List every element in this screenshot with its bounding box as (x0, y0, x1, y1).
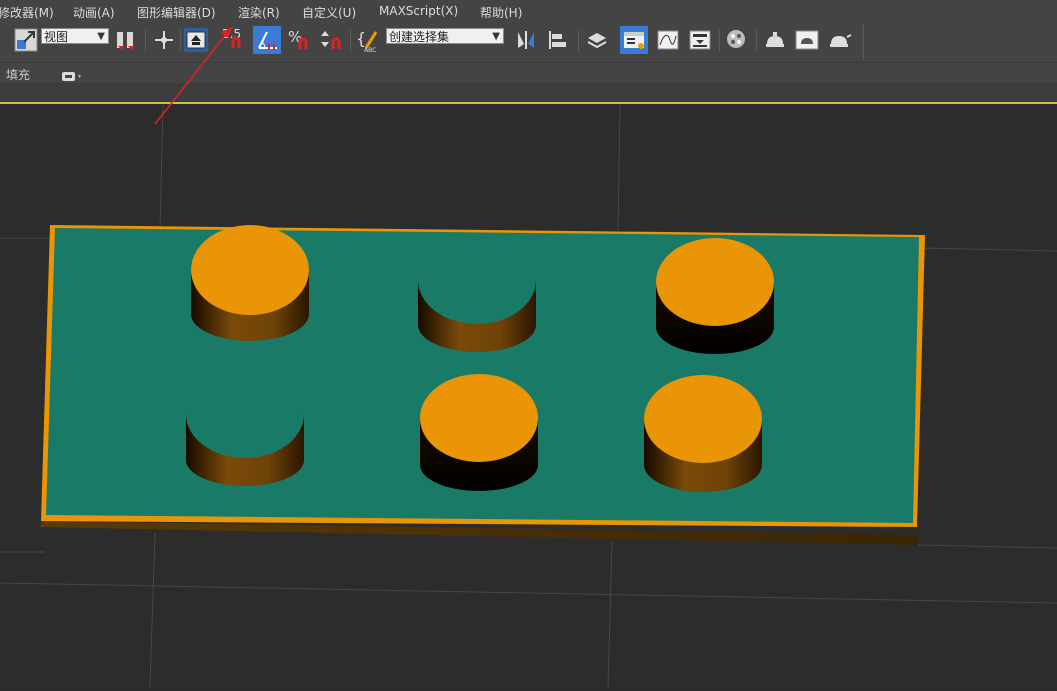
ribbon-tab-populate[interactable]: 填充 (6, 66, 30, 83)
menu-bar: 修改器(M) 动画(A) 图形编辑器(D) 渲染(R) 自定义(U) MAXSc… (0, 0, 1057, 22)
ribbon-bar: 填充 (0, 62, 1057, 84)
menu-modifiers[interactable]: 修改器(M) (0, 4, 54, 21)
toolbar-separator (756, 30, 757, 52)
cylinder-1[interactable] (191, 225, 309, 341)
percent-snap-icon[interactable]: % (287, 28, 311, 52)
pivot-center-icon[interactable] (114, 28, 138, 52)
viewport-header-strip (0, 83, 1057, 102)
render-setup-icon[interactable] (763, 28, 787, 52)
reference-coord-value: 视图 (44, 30, 69, 44)
rendered-frame-window-icon[interactable] (795, 28, 819, 52)
rotate-tool-icon[interactable] (0, 28, 10, 52)
menu-graph-editors[interactable]: 图形编辑器(D) (137, 4, 216, 21)
svg-text:ABC: ABC (364, 47, 376, 52)
toolbar-separator (180, 30, 181, 52)
spinner-snap-icon[interactable] (318, 28, 342, 52)
edit-named-selection-icon[interactable]: {ABC (356, 28, 380, 54)
menu-help[interactable]: 帮助(H) (480, 4, 522, 21)
menu-maxscript[interactable]: MAXScript(X) (379, 4, 458, 18)
render-production-icon[interactable] (827, 28, 852, 52)
svg-text:{: { (356, 29, 366, 48)
named-selection-set-select[interactable]: 创建选择集 ▼ (386, 28, 504, 44)
toolbar-separator (145, 30, 146, 52)
menu-customize[interactable]: 自定义(U) (302, 4, 356, 21)
chevron-down-icon: ▼ (492, 31, 500, 42)
mirror-icon[interactable] (514, 28, 538, 52)
ribbon-options-dropdown[interactable] (62, 68, 84, 81)
select-manipulate-icon[interactable] (152, 28, 176, 52)
cylinder-3[interactable] (656, 238, 774, 354)
toggle-scene-explorer-icon[interactable] (620, 26, 648, 54)
reference-coord-select[interactable]: 视图 ▼ (41, 28, 109, 44)
named-selection-set-value: 创建选择集 (389, 30, 450, 44)
scale-tool-icon[interactable] (14, 28, 38, 52)
cylinder-2[interactable] (418, 236, 536, 352)
toolbar-separator (578, 30, 579, 52)
layer-explorer-icon[interactable] (585, 28, 609, 52)
menu-rendering[interactable]: 渲染(R) (238, 4, 280, 21)
cylinder-4[interactable] (186, 370, 304, 486)
menu-animation[interactable]: 动画(A) (73, 4, 115, 21)
keyboard-shortcut-override-icon[interactable] (184, 28, 208, 52)
schematic-view-icon[interactable] (688, 28, 712, 52)
material-editor-icon[interactable] (725, 28, 749, 52)
curve-editor-icon[interactable] (656, 28, 680, 52)
perspective-viewport[interactable] (0, 103, 1057, 688)
toolbar-separator (863, 24, 864, 60)
snap-toggle-icon[interactable]: 2.5 (221, 27, 245, 52)
toolbar-separator (350, 30, 351, 52)
chevron-down-icon: ▼ (97, 31, 105, 42)
cylinder-5[interactable] (420, 374, 538, 491)
align-icon[interactable] (546, 28, 570, 52)
toolbar-separator (719, 30, 720, 52)
scene-canvas (0, 103, 1057, 688)
main-toolbar: 视图 ▼ 2.5 % {ABC 创建选择集 ▼ (0, 22, 1057, 62)
angle-snap-icon[interactable] (253, 26, 281, 54)
cylinder-6[interactable] (644, 375, 762, 492)
